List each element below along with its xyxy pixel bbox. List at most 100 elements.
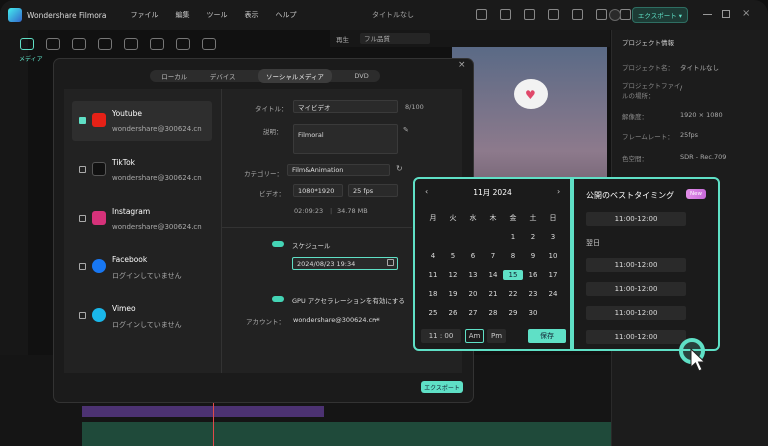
schedule-datetime-input[interactable]: 2024/08/23 19:34: [292, 257, 398, 270]
checkbox[interactable]: [79, 215, 86, 222]
calendar-day[interactable]: 16: [523, 270, 543, 280]
grid-icon[interactable]: [620, 9, 631, 20]
close-icon[interactable]: ×: [458, 60, 466, 70]
calendar-day[interactable]: 13: [463, 270, 483, 280]
app-title: Wondershare Filmora: [27, 10, 107, 20]
refresh-icon[interactable]: ↻: [396, 164, 403, 173]
calendar-day[interactable]: 7: [483, 251, 503, 261]
title-input[interactable]: マイビデオ: [293, 100, 398, 113]
time-slot[interactable]: 11:00-12:00: [586, 258, 686, 272]
calendar-day[interactable]: 27: [463, 308, 483, 318]
save-button[interactable]: 保存: [528, 329, 566, 343]
close-window-icon[interactable]: ×: [742, 8, 750, 19]
calendar-day[interactable]: 23: [523, 289, 543, 299]
time-slot[interactable]: 11:00-12:00: [586, 282, 686, 296]
calendar-day[interactable]: 8: [503, 251, 523, 261]
calendar-day[interactable]: 20: [463, 289, 483, 299]
calendar-day[interactable]: 11: [423, 270, 443, 280]
menu-view[interactable]: 表示: [244, 10, 258, 20]
calendar-day[interactable]: 19: [443, 289, 463, 299]
tab-local[interactable]: ローカル: [161, 71, 187, 81]
calendar-day[interactable]: 3: [543, 232, 563, 242]
gift-icon[interactable]: [572, 9, 583, 20]
checkbox[interactable]: [79, 263, 86, 270]
next-month-icon[interactable]: ›: [557, 187, 560, 196]
tab-social-media[interactable]: ソーシャルメディア: [257, 69, 332, 83]
pm-toggle[interactable]: Pm: [487, 329, 506, 343]
calendar-day[interactable]: 28: [483, 308, 503, 318]
minimize-icon[interactable]: [703, 14, 712, 15]
calendar-day[interactable]: 25: [423, 308, 443, 318]
tab-media[interactable]: メディア: [19, 54, 43, 63]
account-facebook[interactable]: Facebook ログインしていません: [72, 247, 212, 287]
menu-help[interactable]: ヘルプ: [275, 10, 296, 20]
media-icon[interactable]: [20, 38, 34, 50]
calendar-day[interactable]: 21: [483, 289, 503, 299]
time-input[interactable]: 11 : 00: [421, 329, 461, 343]
menu-file[interactable]: ファイル: [130, 10, 158, 20]
audio-icon[interactable]: [72, 38, 86, 50]
gpu-toggle[interactable]: [272, 296, 284, 302]
weekday-label: 土: [529, 214, 537, 222]
checkbox[interactable]: [79, 312, 86, 319]
time-slot[interactable]: 11:00-12:00: [586, 330, 686, 344]
schedule-toggle[interactable]: [272, 241, 284, 247]
calendar-day[interactable]: 17: [543, 270, 563, 280]
logout-icon[interactable]: ⇥: [373, 315, 380, 324]
dialog-export-button[interactable]: エクスポート: [421, 381, 463, 393]
account-instagram[interactable]: Instagram wondershare@300624.cn: [72, 199, 212, 239]
quality-select[interactable]: フル品質: [360, 33, 430, 44]
checkbox[interactable]: [79, 166, 86, 173]
share-icon[interactable]: [500, 9, 511, 20]
maximize-icon[interactable]: [722, 10, 730, 18]
menu-tools[interactable]: ツール: [206, 10, 227, 20]
calendar-day[interactable]: 9: [523, 251, 543, 261]
calendar-day[interactable]: 15: [503, 270, 523, 280]
playhead[interactable]: [213, 400, 214, 446]
calendar-day[interactable]: 4: [423, 251, 443, 261]
calendar-day[interactable]: 26: [443, 308, 463, 318]
description-input[interactable]: Filmoral: [293, 124, 398, 154]
calendar-day[interactable]: 29: [503, 308, 523, 318]
sticker-icon[interactable]: [202, 38, 216, 50]
audio-track[interactable]: [82, 422, 611, 446]
fps-select[interactable]: 25 fps: [348, 184, 398, 197]
cloud-icon[interactable]: [524, 9, 535, 20]
category-select[interactable]: Film&Animation: [287, 164, 390, 176]
title-icon[interactable]: [98, 38, 112, 50]
transition-icon[interactable]: [124, 38, 138, 50]
calendar-day[interactable]: 22: [503, 289, 523, 299]
time-slot[interactable]: 11:00-12:00: [586, 212, 686, 226]
edit-icon[interactable]: ✎: [403, 126, 409, 134]
send-icon[interactable]: [476, 9, 487, 20]
tab-dvd[interactable]: DVD: [354, 72, 368, 80]
support-icon[interactable]: [596, 9, 607, 20]
avatar[interactable]: [609, 9, 621, 21]
calendar-day[interactable]: 18: [423, 289, 443, 299]
calendar-day[interactable]: 12: [443, 270, 463, 280]
calendar-day[interactable]: 2: [523, 232, 543, 242]
calendar-day[interactable]: 1: [503, 232, 523, 242]
calendar-day[interactable]: 30: [523, 308, 543, 318]
account-tiktok[interactable]: TikTok wondershare@300624.cn: [72, 150, 212, 190]
save-icon[interactable]: [548, 9, 559, 20]
calendar-day[interactable]: 5: [443, 251, 463, 261]
checkbox-checked[interactable]: [79, 117, 86, 124]
am-toggle[interactable]: Am: [465, 329, 484, 343]
export-button[interactable]: エクスポート ▾: [632, 7, 688, 23]
resolution-select[interactable]: 1080*1920: [293, 184, 343, 197]
account-vimeo[interactable]: Vimeo ログインしていません: [72, 296, 212, 336]
calendar-day[interactable]: 10: [543, 251, 563, 261]
effect-icon[interactable]: [150, 38, 164, 50]
calendar-day[interactable]: 6: [463, 251, 483, 261]
timeline-clip[interactable]: [82, 406, 324, 417]
calendar-day[interactable]: 24: [543, 289, 563, 299]
stock-icon[interactable]: [46, 38, 60, 50]
account-youtube[interactable]: Youtube wondershare@300624.cn: [72, 101, 212, 141]
calendar-day[interactable]: 14: [483, 270, 503, 280]
filter-icon[interactable]: [176, 38, 190, 50]
calendar-icon[interactable]: [387, 259, 394, 266]
time-slot[interactable]: 11:00-12:00: [586, 306, 686, 320]
tab-device[interactable]: デバイス: [210, 71, 236, 81]
menu-edit[interactable]: 編集: [175, 10, 189, 20]
